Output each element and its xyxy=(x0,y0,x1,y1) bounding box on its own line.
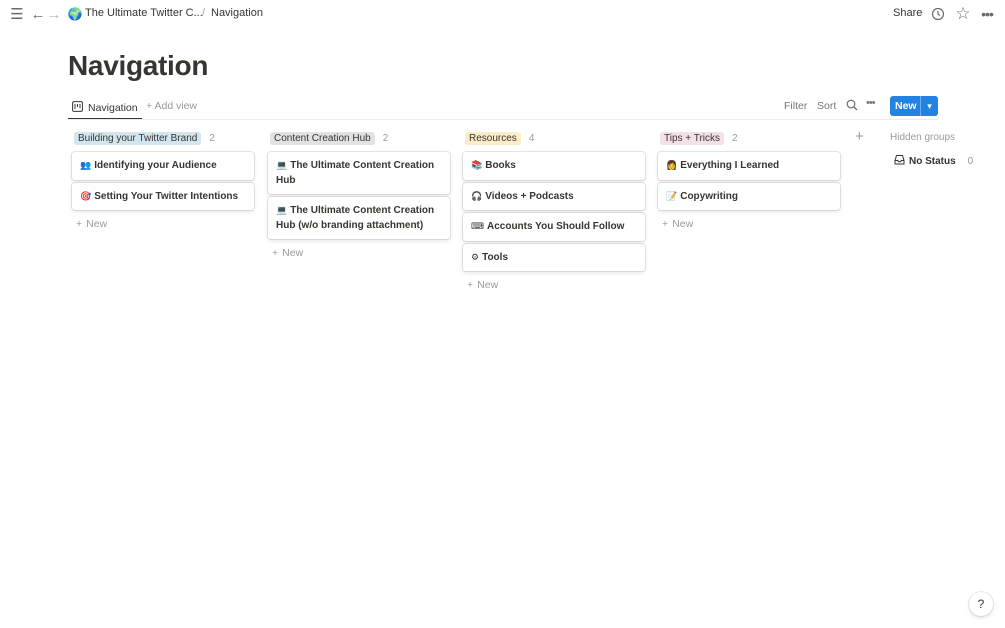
group-tag: Resources xyxy=(465,131,521,145)
sort-button[interactable]: Sort xyxy=(817,100,836,112)
filter-button[interactable]: Filter xyxy=(784,100,807,112)
chevron-down-icon[interactable]: ▾ xyxy=(920,96,938,116)
people-icon: 👥 xyxy=(80,160,92,170)
breadcrumb-parent[interactable]: The Ultimate Twitter C... xyxy=(85,7,203,19)
plus-icon: + xyxy=(467,279,474,291)
inbox-icon xyxy=(894,154,905,168)
favorite-star-icon[interactable]: ☆ xyxy=(954,4,972,23)
board-column-content-hub: Content Creation Hub 2 💻 The Ultimate Con… xyxy=(266,130,450,261)
group-tag: Building your Twitter Brand xyxy=(74,131,202,145)
new-card-label: New xyxy=(282,247,304,259)
breadcrumb-current[interactable]: Navigation xyxy=(211,7,263,19)
card-title: Tools xyxy=(482,251,509,263)
new-card-label: New xyxy=(672,218,694,230)
more-options-icon[interactable]: ••• xyxy=(978,5,996,23)
group-count: 2 xyxy=(209,132,215,144)
card-title: Identifying your Audience xyxy=(94,160,217,171)
sidebar-menu-icon[interactable]: ☰ xyxy=(8,5,26,23)
board-column-building-brand: Building your Twitter Brand 2 👥 Identifyi… xyxy=(70,130,254,232)
plus-icon: + xyxy=(662,218,669,230)
group-count: 4 xyxy=(528,132,535,144)
target-icon: 🎯 xyxy=(80,190,92,201)
history-clock-icon[interactable] xyxy=(929,5,947,23)
board-card[interactable]: 📝 Copywriting xyxy=(658,182,840,210)
board-card[interactable]: 📚 Books xyxy=(463,152,645,180)
laptop-icon: 💻 xyxy=(276,160,288,170)
add-group-plus-icon[interactable]: + xyxy=(855,128,864,145)
board-card[interactable]: 🎯 Setting Your Twitter Intentions xyxy=(72,182,254,210)
headphones-icon: 🎧 xyxy=(471,190,483,201)
card-title: Setting Your Twitter Intentions xyxy=(94,190,239,202)
column-header[interactable]: Tips + Tricks 2 xyxy=(656,130,840,146)
board-column-tips-tricks: Tips + Tricks 2 👩 Everything I Learned 📝 C… xyxy=(656,130,840,232)
add-view-label: Add view xyxy=(154,100,198,112)
tab-navigation-view[interactable]: Navigation xyxy=(68,96,142,119)
card-title: The Ultimate Content Creation Hub xyxy=(276,160,435,186)
hidden-group-no-status[interactable]: No Status 0 xyxy=(894,154,973,168)
page-title: Navigation xyxy=(68,50,209,81)
group-tag: Content Creation Hub xyxy=(270,131,375,145)
board-view-icon xyxy=(72,100,83,115)
page-globe-icon: 🌍 xyxy=(67,7,83,21)
plus-icon: + xyxy=(272,247,279,259)
group-count: 2 xyxy=(732,132,738,144)
no-status-count: 0 xyxy=(967,155,974,167)
laptop-icon: 💻 xyxy=(276,205,288,215)
board-card[interactable]: 💻 The Ultimate Content Creation Hub xyxy=(268,152,450,194)
group-tag: Tips + Tricks xyxy=(660,131,725,145)
top-bar: ☰ ← → 🌍 The Ultimate Twitter C... / Navi… xyxy=(0,0,1005,28)
gear-icon: ⚙ xyxy=(471,251,480,262)
add-card-button[interactable]: + New xyxy=(656,216,840,232)
woman-icon: 👩 xyxy=(666,160,678,170)
card-title: Copywriting xyxy=(680,190,738,202)
board-column-resources: Resources 4 📚 Books 🎧 Videos + Podcasts ⌨ A… xyxy=(461,130,645,293)
new-button-label: New xyxy=(895,100,917,112)
board-card[interactable]: 💻 The Ultimate Content Creation Hub (w/o … xyxy=(268,197,450,239)
books-icon: 📚 xyxy=(471,160,483,170)
new-card-label: New xyxy=(477,279,499,291)
keyboard-icon: ⌨ xyxy=(471,221,484,231)
search-icon[interactable] xyxy=(846,99,858,114)
forward-arrow-icon[interactable]: → xyxy=(45,5,63,23)
board-card[interactable]: 👥 Identifying your Audience xyxy=(72,152,254,180)
memo-icon: 📝 xyxy=(666,190,678,201)
column-header[interactable]: Resources 4 xyxy=(461,130,645,146)
new-button[interactable]: New ▾ xyxy=(890,96,938,116)
card-title: The Ultimate Content Creation Hub (w/o b… xyxy=(276,205,435,231)
add-view-button[interactable]: + Add view xyxy=(146,100,197,112)
hidden-groups-label: Hidden groups xyxy=(890,132,956,143)
board-card[interactable]: 👩 Everything I Learned xyxy=(658,152,840,180)
column-header[interactable]: Content Creation Hub 2 xyxy=(266,130,450,146)
view-tab-label: Navigation xyxy=(88,101,138,114)
help-button[interactable]: ? xyxy=(969,592,993,616)
card-title: Everything I Learned xyxy=(680,160,780,171)
new-card-label: New xyxy=(86,218,108,230)
card-title: Videos + Podcasts xyxy=(485,190,574,202)
breadcrumb-separator: / xyxy=(202,7,206,19)
board-card[interactable]: ⚙ Tools xyxy=(463,243,645,271)
view-bar: Navigation + Add view Filter Sort ••• Ne… xyxy=(68,96,938,120)
share-button[interactable]: Share xyxy=(893,7,922,19)
add-card-button[interactable]: + New xyxy=(461,277,645,293)
plus-icon: + xyxy=(76,218,83,230)
view-more-icon[interactable]: ••• xyxy=(866,97,876,109)
column-header[interactable]: Building your Twitter Brand 2 xyxy=(70,130,254,146)
card-title: Accounts You Should Follow xyxy=(487,221,625,232)
no-status-label: No Status xyxy=(909,155,956,167)
add-card-button[interactable]: + New xyxy=(70,216,254,232)
add-card-button[interactable]: + New xyxy=(266,245,450,261)
board-card[interactable]: 🎧 Videos + Podcasts xyxy=(463,182,645,210)
board-card[interactable]: ⌨ Accounts You Should Follow xyxy=(463,213,645,241)
card-title: Books xyxy=(485,160,516,171)
group-count: 2 xyxy=(382,132,389,144)
view-divider xyxy=(68,119,938,120)
